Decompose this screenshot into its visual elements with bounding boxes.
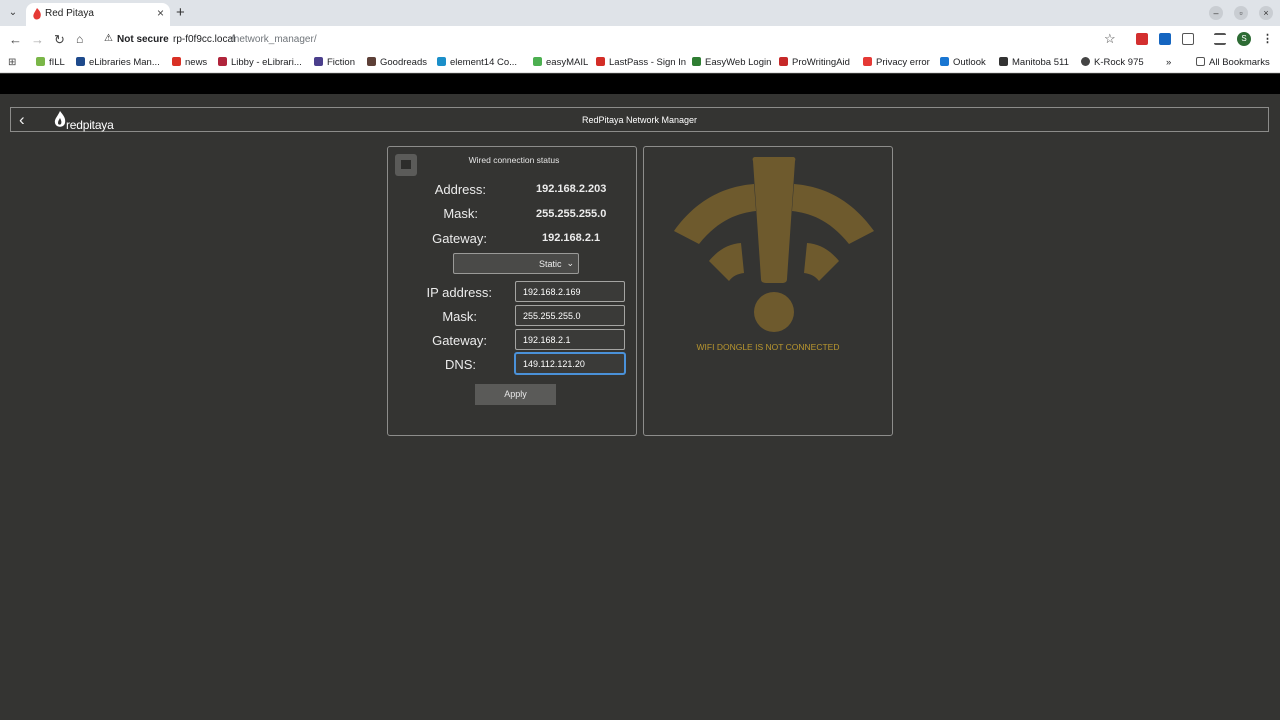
profile-avatar[interactable]: S (1237, 32, 1251, 46)
ip-address-field[interactable] (515, 281, 625, 302)
tab-strip: ⌄ Red Pitaya × + – ▫ × (0, 0, 1280, 26)
tab-close-icon[interactable]: × (157, 6, 164, 20)
mask-field[interactable] (515, 305, 625, 326)
status-mask-label: Mask: (443, 206, 478, 221)
dns-field[interactable] (515, 353, 625, 374)
wired-connection-panel: Wired connection status Address: 192.168… (387, 146, 637, 436)
gateway-label: Gateway: (432, 333, 487, 348)
ip-address-label: IP address: (426, 285, 492, 300)
bookmark-favicon-icon (218, 57, 227, 66)
bookmark-favicon-icon (940, 57, 949, 66)
bitwarden-extension-icon[interactable] (1159, 33, 1171, 45)
status-address-value: 192.168.2.203 (536, 183, 607, 195)
bookmark-favicon-icon (437, 57, 446, 66)
bookmark-favicon-icon (533, 57, 542, 66)
address-bar[interactable]: ⚠ Not secure rp-f0f9cc.local /network_ma… (98, 28, 1128, 51)
bookmark-item[interactable]: fILL (36, 57, 65, 68)
page-header: ‹ redpitaya RedPitaya Network Manager (10, 107, 1269, 132)
bookmarks-overflow-icon[interactable]: » (1166, 57, 1171, 68)
bookmark-favicon-icon (863, 57, 872, 66)
bookmark-item[interactable]: Manitoba 511 (999, 57, 1069, 68)
reading-list-icon[interactable] (1214, 33, 1226, 45)
apply-button[interactable]: Apply (475, 384, 556, 405)
bookmark-favicon-icon (367, 57, 376, 66)
bookmark-favicon-icon (692, 57, 701, 66)
bookmark-favicon-icon (36, 57, 45, 66)
wifi-not-connected-message: WIFI DONGLE IS NOT CONNECTED (696, 342, 840, 352)
bookmark-item[interactable]: Goodreads (367, 57, 427, 68)
lastpass-extension-icon[interactable] (1136, 33, 1148, 45)
bookmark-item[interactable]: Privacy error (863, 57, 930, 68)
wifi-status-panel: WIFI DONGLE IS NOT CONNECTED (643, 146, 893, 436)
bookmark-item[interactable]: news (172, 57, 207, 68)
all-bookmarks-button[interactable]: All Bookmarks (1196, 57, 1270, 68)
bookmark-item[interactable]: Fiction (314, 57, 355, 68)
bookmark-item[interactable]: ProWritingAid (779, 57, 850, 68)
status-address-label: Address: (434, 182, 486, 197)
home-icon[interactable]: ⌂ (76, 32, 83, 46)
warning-icon[interactable]: ⚠ (104, 33, 113, 44)
chevron-down-icon: ⌄ (566, 258, 574, 268)
bookmark-item[interactable]: easyMAIL (533, 57, 588, 68)
new-tab-button[interactable]: + (176, 4, 185, 21)
bookmark-item[interactable]: EasyWeb Login (692, 57, 771, 68)
status-mask-value: 255.255.255.0 (536, 208, 607, 220)
browser-tab[interactable]: Red Pitaya × (26, 3, 170, 26)
folder-icon (1196, 57, 1205, 66)
top-black-bar (0, 74, 1280, 94)
reload-icon[interactable]: ↻ (54, 32, 65, 48)
close-window-button[interactable]: × (1259, 6, 1273, 20)
bookmark-favicon-icon (76, 57, 85, 66)
tab-title: Red Pitaya (45, 8, 94, 19)
bookmark-favicon-icon (1081, 57, 1090, 66)
bookmark-favicon-icon (172, 57, 181, 66)
url-host[interactable]: rp-f0f9cc.local (173, 34, 235, 45)
status-gateway-label: Gateway: (432, 231, 487, 246)
star-icon[interactable]: ☆ (1104, 31, 1116, 47)
wifi-warning-icon (674, 157, 874, 332)
connection-mode-value: Static (539, 259, 562, 269)
browser-toolbar: ← → ↻ ⌂ ⚠ Not secure rp-f0f9cc.local /ne… (0, 26, 1280, 53)
red-pitaya-favicon-icon (33, 8, 41, 20)
dns-label: DNS: (444, 357, 476, 372)
mask-label: Mask: (442, 309, 477, 324)
bookmark-item[interactable]: eLibraries Man... (76, 57, 160, 68)
wired-panel-title: Wired connection status (468, 155, 560, 165)
gateway-field[interactable] (515, 329, 625, 350)
status-gateway-value: 192.168.2.1 (542, 232, 601, 244)
menu-icon[interactable]: ⋮ (1262, 32, 1273, 45)
apps-icon[interactable]: ⊞ (8, 57, 16, 68)
bookmark-item[interactable]: Outlook (940, 57, 986, 68)
bookmark-item[interactable]: Libby - eLibrari... (218, 57, 302, 68)
bookmarks-bar: ⊞ fILL eLibraries Man... news Libby - eL… (0, 53, 1280, 73)
bookmark-favicon-icon (999, 57, 1008, 66)
maximize-button[interactable]: ▫ (1234, 6, 1248, 20)
bookmark-item[interactable]: LastPass - Sign In (596, 57, 686, 68)
forward-arrow-icon[interactable]: → (31, 32, 44, 47)
bookmark-favicon-icon (779, 57, 788, 66)
bookmark-favicon-icon (596, 57, 605, 66)
bookmark-favicon-icon (314, 57, 323, 66)
bookmark-item[interactable]: element14 Co... (437, 57, 517, 68)
tab-search-icon[interactable]: ⌄ (4, 4, 22, 22)
bookmark-item[interactable]: K-Rock 975 (1081, 57, 1144, 68)
connection-mode-select[interactable]: Static ⌄ (453, 253, 579, 274)
extensions-icon[interactable] (1182, 33, 1194, 45)
minimize-button[interactable]: – (1209, 6, 1223, 20)
page-title: RedPitaya Network Manager (581, 115, 698, 125)
back-arrow-icon[interactable]: ← (9, 32, 22, 47)
security-label[interactable]: Not secure (117, 34, 169, 45)
url-path[interactable]: /network_manager/ (231, 34, 317, 45)
